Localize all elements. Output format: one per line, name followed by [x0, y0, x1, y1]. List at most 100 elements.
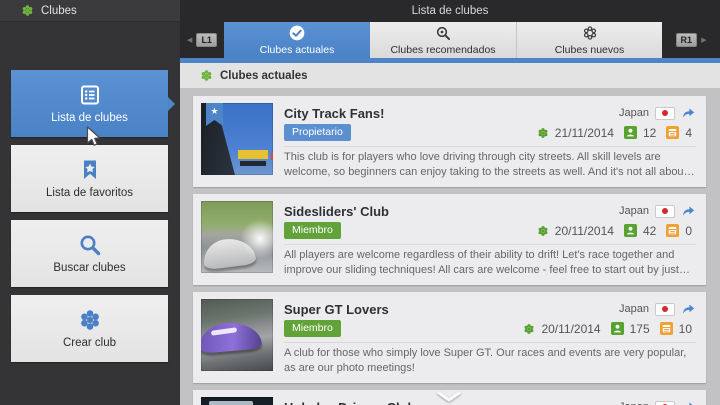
club-created-date: 20/11/2014 [555, 224, 614, 238]
club-thumbnail [201, 299, 273, 371]
check-circle-icon [289, 25, 305, 41]
share-arrow-icon[interactable] [681, 106, 696, 121]
sidebar-item-buscar-clubes[interactable]: Buscar clubes [11, 220, 168, 287]
club-created-date: 21/11/2014 [555, 126, 614, 140]
share-arrow-icon[interactable] [681, 302, 696, 317]
sidebar-item-label: Buscar clubes [53, 262, 125, 274]
club-title-row: City Track Fans! Japan [284, 103, 696, 123]
club-flower-icon [78, 308, 102, 332]
club-flower-icon [537, 127, 549, 139]
list-icon [78, 83, 102, 107]
club-card-body: City Track Fans! Japan Propietario 21/11… [284, 103, 696, 180]
favorite-ribbon-icon: ★ [206, 103, 223, 126]
flag-dot [662, 306, 668, 312]
sidebar-item-lista-de-favoritos[interactable]: Lista de favoritos [11, 145, 168, 212]
main-panel: ◀ L1 Clubes actuales Clubes recomendados… [180, 22, 720, 405]
top-bar-app-section: Clubes [0, 0, 180, 22]
club-title: Super GT Lovers [284, 302, 613, 317]
card-divider [284, 244, 696, 245]
club-title-row: Sidesliders' Club Japan [284, 201, 696, 221]
club-title-row: Holyday Drivers Club Japan [284, 397, 696, 405]
events-icon [666, 224, 679, 237]
events-icon [660, 322, 673, 335]
club-screen: Clubes Lista de clubes Lista de clubes L… [0, 0, 720, 405]
search-icon [78, 233, 102, 257]
top-bar: Clubes Lista de clubes [0, 0, 720, 22]
members-icon [611, 322, 624, 335]
club-card-body: Holyday Drivers Club Japan [284, 397, 696, 405]
r1-button[interactable]: R1 [676, 33, 698, 47]
club-title: City Track Fans! [284, 106, 613, 121]
breadcrumb-label: Clubes actuales [220, 70, 308, 82]
tab-label: Clubes recomendados [390, 44, 495, 56]
top-bar-title-section: Lista de clubes [180, 0, 720, 22]
sidebar: Lista de clubes Lista de favoritos Busca… [0, 22, 180, 405]
club-flower-icon [582, 25, 598, 41]
bookmark-star-icon [78, 158, 102, 182]
sidebar-item-label: Crear club [63, 337, 116, 349]
tab-clubes-actuales[interactable]: Clubes actuales [224, 22, 370, 58]
sidebar-item-lista-de-clubes[interactable]: Lista de clubes [11, 70, 168, 137]
club-description: All players are welcome regardless of th… [284, 248, 696, 278]
club-meta-row: Miembro 20/11/2014 42 0 [284, 221, 696, 240]
club-created-date: 20/11/2014 [541, 322, 600, 336]
breadcrumb: Clubes actuales [180, 63, 720, 88]
shoulder-right: R1 ▶ [662, 22, 720, 58]
japan-flag-icon [655, 303, 675, 316]
club-title-row: Super GT Lovers Japan [284, 299, 696, 319]
tab-label: Clubes nuevos [555, 44, 624, 56]
role-badge: Miembro [284, 320, 341, 337]
tab-next-arrow-icon[interactable]: ▶ [701, 36, 706, 44]
club-card[interactable]: Super GT Lovers Japan Miembro 20/11/2014… [193, 292, 706, 383]
share-arrow-icon[interactable] [681, 204, 696, 219]
tab-prev-arrow-icon[interactable]: ◀ [187, 36, 192, 44]
japan-flag-icon [655, 205, 675, 218]
japan-flag-icon [655, 107, 675, 120]
club-region: Japan [619, 303, 649, 315]
club-card-body: Sidesliders' Club Japan Miembro 20/11/20… [284, 201, 696, 278]
members-icon [624, 126, 637, 139]
japan-flag-icon [655, 401, 675, 405]
club-title: Sidesliders' Club [284, 204, 613, 219]
card-divider [284, 342, 696, 343]
search-highlight-icon [435, 25, 451, 41]
club-region: Japan [619, 401, 649, 405]
club-description: This club is for players who love drivin… [284, 150, 696, 180]
shoulder-left: ◀ L1 [180, 22, 224, 58]
sidebar-item-crear-club[interactable]: Crear club [11, 295, 168, 362]
role-badge: Miembro [284, 222, 341, 239]
club-region: Japan [619, 205, 649, 217]
card-divider [284, 146, 696, 147]
tab-clubes-nuevos[interactable]: Clubes nuevos [516, 22, 662, 58]
l1-button[interactable]: L1 [196, 33, 217, 47]
club-card[interactable]: Sidesliders' Club Japan Miembro 20/11/20… [193, 194, 706, 285]
club-flower-icon [21, 4, 34, 17]
club-region: Japan [619, 107, 649, 119]
sidebar-item-label: Lista de clubes [51, 112, 128, 124]
club-card-body: Super GT Lovers Japan Miembro 20/11/2014… [284, 299, 696, 376]
scroll-down-chevron-icon[interactable] [436, 391, 462, 403]
tab-clubes-recomendados[interactable]: Clubes recomendados [370, 22, 516, 58]
tab-label: Clubes actuales [260, 44, 335, 56]
club-thumbnail [201, 201, 273, 273]
flag-dot [662, 110, 668, 116]
events-count: 4 [685, 126, 692, 140]
club-card[interactable]: ★ City Track Fans! Japan Propietario 21/… [193, 96, 706, 187]
club-thumbnail: ★ [201, 103, 273, 175]
members-count: 175 [630, 322, 650, 336]
club-list: ★ City Track Fans! Japan Propietario 21/… [180, 88, 720, 405]
share-arrow-icon[interactable] [681, 400, 696, 405]
club-meta-row: Propietario 21/11/2014 12 4 [284, 123, 696, 142]
club-description: A club for those who simply love Super G… [284, 346, 696, 376]
members-icon [624, 224, 637, 237]
club-thumbnail [201, 397, 273, 405]
role-badge: Propietario [284, 124, 351, 141]
flag-dot [662, 208, 668, 214]
club-flower-icon [200, 69, 213, 82]
page-title: Lista de clubes [412, 5, 489, 17]
events-count: 0 [685, 224, 692, 238]
members-count: 12 [643, 126, 656, 140]
club-meta-row: Miembro 20/11/2014 175 10 [284, 319, 696, 338]
club-flower-icon [537, 225, 549, 237]
events-icon [666, 126, 679, 139]
